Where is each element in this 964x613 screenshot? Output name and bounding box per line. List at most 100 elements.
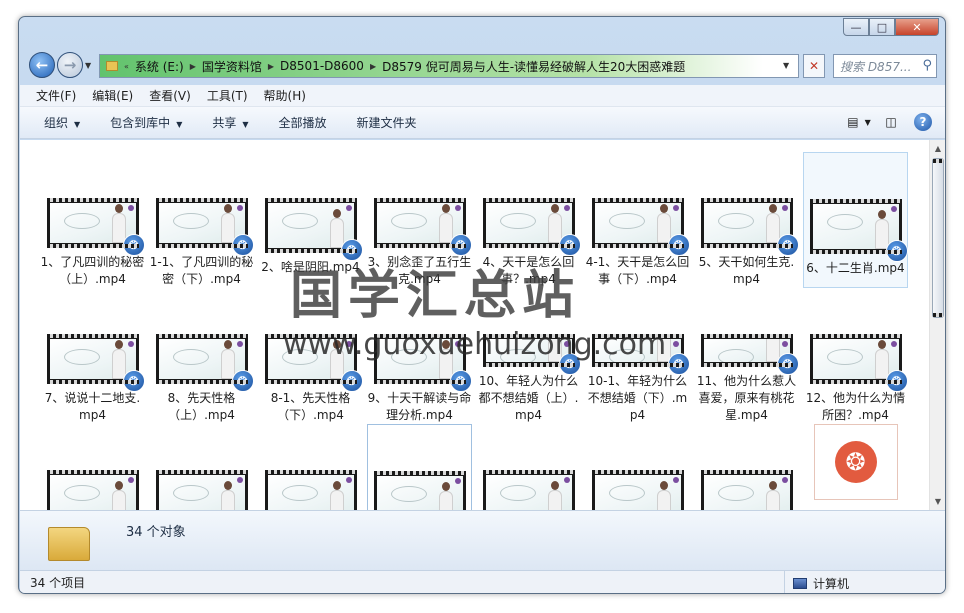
file-item[interactable]: ❂	[585, 424, 690, 510]
media-player-icon: ❂	[122, 234, 145, 256]
play-all-button[interactable]: 全部播放	[279, 114, 327, 131]
scroll-thumb[interactable]	[932, 158, 944, 318]
preview-pane-button[interactable]: ◫	[882, 113, 900, 131]
file-item[interactable]: ❂ 8、先天性格（上）.mp4	[149, 288, 254, 424]
channel-logo-icon	[781, 341, 788, 347]
slide-graphic	[172, 349, 209, 365]
chevron-down-icon: ▼	[74, 120, 81, 129]
file-item[interactable]: ❂	[258, 424, 363, 510]
organize-button[interactable]: 组织 ▼	[44, 114, 80, 131]
menu-view[interactable]: 查看(V)	[149, 87, 191, 104]
share-button[interactable]: 共享 ▼	[212, 114, 248, 131]
file-item[interactable]: ❂	[149, 424, 254, 510]
organize-label: 组织	[44, 116, 69, 130]
presenter-head	[877, 210, 886, 219]
breadcrumb-drive[interactable]: 系统 (E:)	[135, 58, 184, 75]
breadcrumb-library[interactable]: 国学资料馆	[202, 58, 262, 75]
breadcrumb-current[interactable]: D8579 倪可周易与人生-读懂易经破解人生20大困惑难题	[382, 58, 685, 75]
slide-graphic	[281, 213, 318, 229]
file-item[interactable]: ❂ 1-1、了凡四训的秘密（下）.mp4	[149, 152, 254, 288]
file-item[interactable]: ❂	[803, 424, 908, 510]
thumbnail-frame	[267, 203, 354, 248]
file-item[interactable]: ❂ 4-1、天干是怎么回事（下）.mp4	[585, 152, 690, 288]
slide-graphic	[172, 485, 209, 501]
refresh-button[interactable]: ✕	[803, 54, 825, 78]
slide-graphic	[281, 485, 318, 501]
forward-button[interactable]: →	[57, 52, 83, 78]
file-item[interactable]: ❂ 11、他为什么惹人喜爱，原来有桃花星.mp4	[694, 288, 799, 424]
presenter-body	[111, 490, 126, 510]
file-item[interactable]: ❂	[367, 424, 472, 510]
media-player-icon: ❂	[449, 370, 472, 392]
file-item[interactable]: ❂ 1、了凡四训的秘密（上）.mp4	[40, 152, 145, 288]
vertical-scrollbar[interactable]: ▲ ▼	[929, 140, 945, 510]
menu-edit[interactable]: 编辑(E)	[92, 87, 133, 104]
help-button[interactable]: ?	[914, 113, 932, 131]
menu-file[interactable]: 文件(F)	[36, 87, 76, 104]
presenter-head	[332, 209, 341, 218]
video-thumbnail: ❂	[264, 198, 363, 261]
file-name: 8、先天性格（上）.mp4	[167, 391, 236, 422]
thumbnail-frame	[594, 475, 681, 510]
chevron-down-icon: ▼	[242, 120, 249, 129]
address-dropdown[interactable]: ▼	[783, 61, 789, 70]
thumbnail-frame	[812, 204, 899, 249]
scroll-down-icon[interactable]: ▼	[930, 493, 945, 510]
presenter-head	[441, 482, 450, 491]
search-icon[interactable]: ⚲	[922, 58, 932, 73]
media-player-icon: ❂	[340, 370, 363, 392]
file-item[interactable]: ❂ 6、十二生肖.mp4	[803, 152, 908, 288]
video-thumbnail: ❂	[155, 198, 254, 256]
menu-bar: 文件(F) 编辑(E) 查看(V) 工具(T) 帮助(H)	[20, 85, 945, 107]
breadcrumb-range[interactable]: D8501-D8600	[280, 59, 364, 73]
file-name: 1-1、了凡四训的秘密（下）.mp4	[149, 255, 254, 286]
view-options-button[interactable]: ▤ ▼	[847, 113, 871, 131]
thumbnail-frame	[703, 203, 790, 243]
slide-graphic	[499, 213, 536, 229]
folder-icon	[106, 61, 118, 71]
channel-logo-icon	[454, 478, 461, 484]
channel-logo-icon	[454, 205, 461, 211]
new-folder-button[interactable]: 新建文件夹	[357, 114, 417, 131]
menu-tools[interactable]: 工具(T)	[207, 87, 248, 104]
back-button[interactable]: ←	[29, 52, 55, 78]
scroll-up-icon[interactable]: ▲	[930, 140, 945, 157]
thumbnail-frame	[485, 475, 572, 510]
presenter-body	[765, 490, 780, 510]
file-item[interactable]: ❂	[40, 424, 145, 510]
file-name: 9、十天干解读与命理分析.mp4	[367, 391, 472, 422]
minimize-button[interactable]: —	[843, 18, 869, 36]
video-thumbnail: ❂	[809, 334, 908, 392]
chevron-right-icon[interactable]: ▶	[370, 62, 376, 71]
maximize-button[interactable]: □	[869, 18, 895, 36]
chevron-right-icon[interactable]: ▶	[190, 62, 196, 71]
recent-pages-dropdown[interactable]: ▼	[85, 61, 91, 70]
thumbnail-frame	[703, 475, 790, 510]
presenter-body	[438, 491, 453, 510]
video-thumbnail: ❂	[264, 470, 357, 510]
slide-graphic	[63, 349, 100, 365]
file-item[interactable]: ❂ 7、说说十二地支.mp4	[40, 288, 145, 424]
thumbnail-frame	[485, 203, 572, 243]
file-item[interactable]: ❂ 12、他为什么为情所困？.mp4	[803, 288, 908, 424]
file-item[interactable]: ❂ 5、天干如何生克.mp4	[694, 152, 799, 288]
close-button[interactable]: ✕	[895, 18, 939, 36]
include-in-library-button[interactable]: 包含到库中 ▼	[110, 114, 182, 131]
file-item[interactable]: ❂	[476, 424, 581, 510]
video-thumbnail: ❂	[482, 470, 575, 510]
presenter-head	[114, 481, 123, 490]
chevron-right-icon[interactable]: ▶	[268, 62, 274, 71]
address-bar[interactable]: « 系统 (E:) ▶ 国学资料馆 ▶ D8501-D8600 ▶ D8579 …	[99, 54, 799, 78]
breadcrumb-overflow[interactable]: «	[124, 62, 129, 71]
search-input[interactable]: 搜索 D857... ⚲	[833, 54, 937, 78]
video-thumbnail: ❂	[46, 334, 145, 392]
file-name: 5、天干如何生克.mp4	[698, 255, 795, 286]
file-item[interactable]: ❂	[694, 424, 799, 510]
video-thumbnail: ❂	[482, 198, 581, 256]
menu-help[interactable]: 帮助(H)	[264, 87, 306, 104]
slide-graphic	[390, 213, 427, 229]
thumbnail-frame	[49, 203, 136, 243]
search-placeholder: 搜索 D857...	[840, 59, 912, 74]
media-player-icon: ❂	[776, 234, 799, 256]
presenter-head	[550, 204, 559, 213]
